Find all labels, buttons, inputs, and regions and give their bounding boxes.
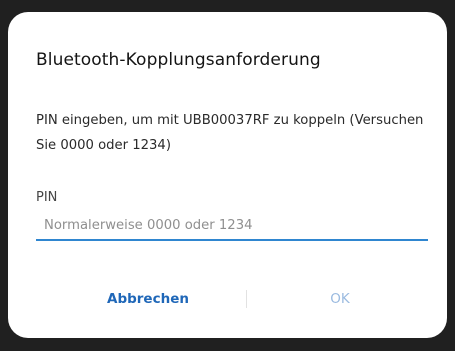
bluetooth-pairing-dialog: Bluetooth-Kopplungsanforderung PIN einge…: [8, 12, 447, 338]
ok-button[interactable]: OK: [270, 282, 410, 316]
pin-input[interactable]: [36, 211, 428, 241]
button-divider: [246, 290, 247, 308]
pin-field-label: PIN: [36, 190, 58, 205]
dialog-message: PIN eingeben, um mit UBB00037RF zu koppe…: [36, 113, 424, 153]
dialog-actions: Abbrechen OK: [8, 282, 447, 316]
cancel-button[interactable]: Abbrechen: [78, 282, 218, 316]
dialog-title: Bluetooth-Kopplungsanforderung: [36, 50, 321, 70]
